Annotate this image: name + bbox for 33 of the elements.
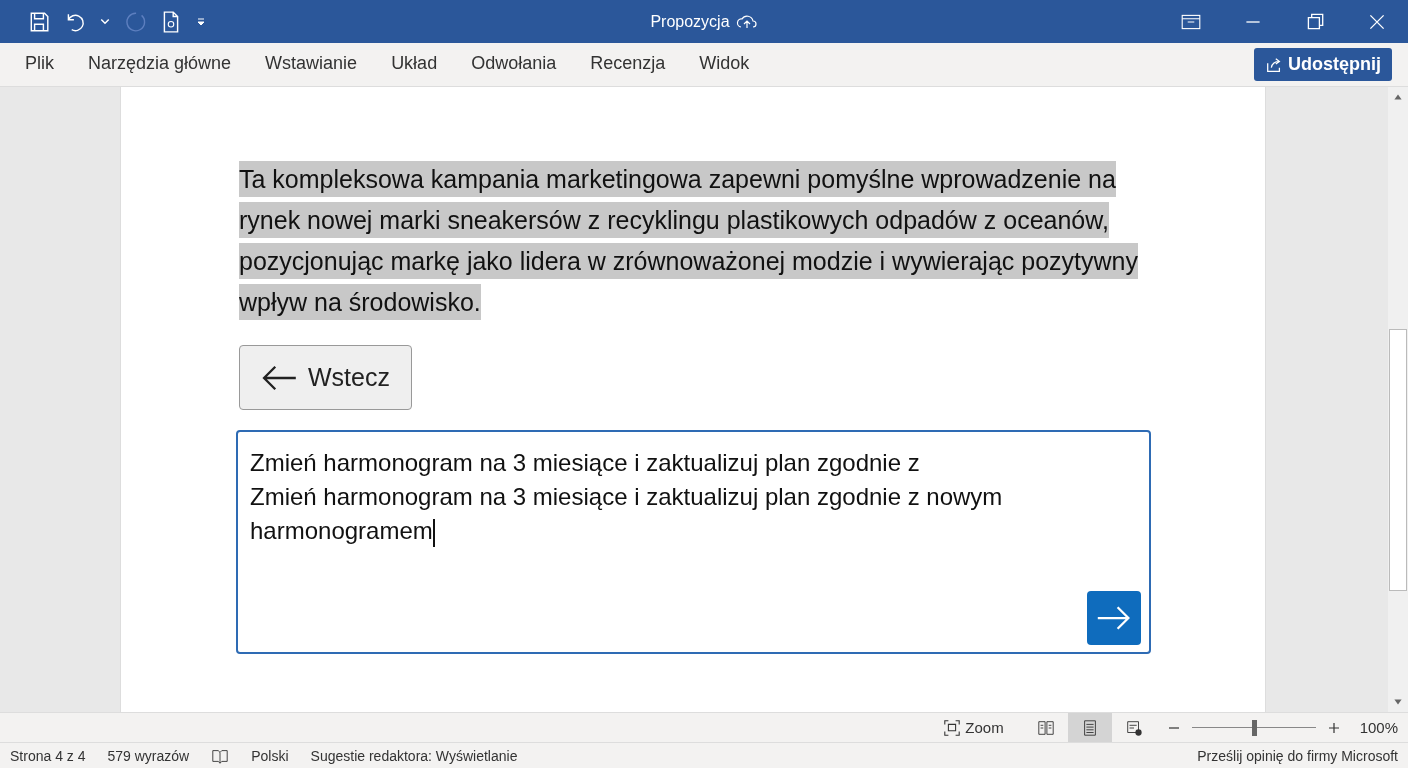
- page-count[interactable]: Strona 4 z 4: [10, 747, 86, 764]
- send-button[interactable]: [1087, 591, 1141, 645]
- zoom-in-icon[interactable]: [1327, 721, 1340, 734]
- share-button[interactable]: Udostępnij: [1254, 48, 1392, 81]
- ribbon-tab[interactable]: Recenzja: [590, 47, 666, 82]
- focus-icon: [943, 718, 962, 737]
- caret-icon[interactable]: [100, 16, 110, 27]
- editor-suggestions[interactable]: Sugestie redaktora: Wyświetlanie: [310, 747, 518, 764]
- ribbon-tab[interactable]: Wstawianie: [265, 47, 358, 82]
- ribbon-tab[interactable]: Układ: [391, 47, 438, 82]
- share-icon: [1265, 55, 1283, 74]
- ribbon-tab[interactable]: Widok: [699, 47, 750, 82]
- zoom-level[interactable]: 100%: [1359, 719, 1398, 736]
- zoom-slider-thumb[interactable]: [1251, 719, 1257, 736]
- customize-icon[interactable]: [196, 16, 206, 27]
- window-title: Propozycja: [650, 12, 730, 31]
- ribbon-tab[interactable]: Plik: [25, 47, 54, 82]
- prompt-field[interactable]: Zmień harmonogram na 3 miesiące i zaktualizuj plan zgodnie z Zmień harmonogram na 3 miesiące i zaktualizuj plan zgodnie z nowym harmonogramem: [236, 430, 1151, 654]
- arrow-right-icon: [1096, 604, 1132, 632]
- arrow-left-icon: [260, 363, 298, 392]
- ribbon-tab[interactable]: Narzędzia główne: [88, 47, 232, 82]
- print-layout-button[interactable]: [1067, 713, 1112, 742]
- scrollbar-thumb[interactable]: [1389, 329, 1407, 591]
- feedback-link[interactable]: Prześlij opinię do firmy Microsoft: [1197, 747, 1398, 764]
- selected-paragraph: Ta kompleksowa kampania marketingowa zapewni pomyślne wprowadzenie na rynek nowej marki sneakersów z recyklingu plastikowych odpadów z oceanów, pozycjonując markę jako lidera w zrównoważonej modzie i wywierając pozytywny wpływ na środowisko.: [239, 159, 1139, 323]
- book-icon: [1036, 718, 1055, 737]
- back-button[interactable]: Wstecz: [239, 345, 412, 410]
- web-page-icon: [1124, 718, 1143, 737]
- word-count[interactable]: 579 wyrazów: [107, 747, 190, 764]
- language[interactable]: Polski: [251, 747, 289, 764]
- save-icon[interactable]: [28, 10, 50, 33]
- ribbon-tab[interactable]: Odwołania: [471, 47, 557, 82]
- focus-button[interactable]: Zoom: [943, 718, 1004, 737]
